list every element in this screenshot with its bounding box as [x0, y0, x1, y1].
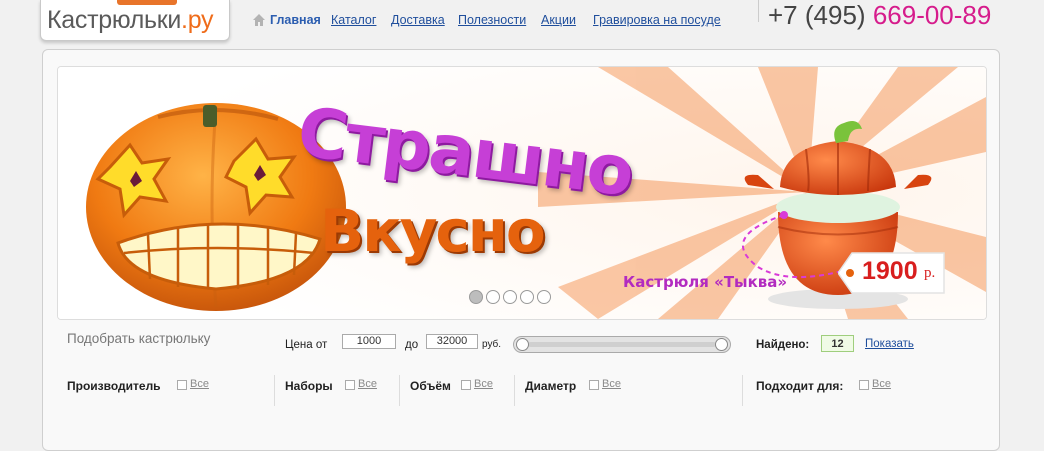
slider-handle-max[interactable] — [715, 338, 728, 351]
filter-volume-label: Объём — [410, 379, 451, 393]
filter-manufacturer-all-label[interactable]: Все — [190, 378, 209, 390]
pointer-dot — [780, 211, 788, 219]
site-logo[interactable]: Кастрюльки.ру — [40, 0, 230, 41]
logo-text-domain: .ру — [181, 6, 214, 34]
show-results-link[interactable]: Показать — [865, 338, 914, 350]
filter-volume-all-label[interactable]: Все — [474, 378, 493, 390]
filter-sets-all-checkbox[interactable] — [345, 380, 355, 390]
filter-volume-all-checkbox[interactable] — [461, 380, 471, 390]
banner-headline-2: Вкусно — [320, 197, 546, 265]
banner-dot-2[interactable] — [486, 290, 500, 304]
banner-pagination — [469, 290, 554, 308]
filter-diameter-all-checkbox[interactable] — [589, 380, 599, 390]
price-to-label: до — [405, 339, 419, 351]
found-label: Найдено: — [756, 339, 810, 351]
filter-manufacturer-all-checkbox[interactable] — [177, 380, 187, 390]
found-count-badge: 12 — [821, 335, 854, 352]
banner-dot-3[interactable] — [503, 290, 517, 304]
phone-number: +7 (495) 669-00-89 — [768, 0, 991, 31]
price-tag: 1900 р. — [838, 251, 946, 295]
logo-text: Кастрюльки.ру — [47, 6, 214, 35]
slider-track — [528, 342, 716, 347]
home-icon[interactable] — [252, 13, 266, 27]
filter-diameter-label: Диаметр — [525, 379, 577, 393]
nav-item-engraving[interactable]: Гравировка на посуде — [593, 13, 721, 27]
phone-digits: 669-00-89 — [872, 0, 992, 30]
filter-suitable-all-label[interactable]: Все — [872, 378, 891, 390]
nav-item-promotions[interactable]: Акции — [541, 13, 576, 27]
filter-divider — [274, 375, 275, 406]
price-value: 1900 — [862, 257, 918, 285]
price-currency: р. — [924, 265, 936, 281]
nav-item-delivery[interactable]: Доставка — [391, 13, 445, 27]
filter-title: Подобрать кастрюльку — [67, 331, 211, 346]
promo-banner[interactable]: Страшно Вкусно Кастрюля «Тыква» 1900 р. — [57, 66, 987, 320]
price-from-label: Цена от — [285, 339, 328, 351]
nav-item-home[interactable]: Главная — [270, 13, 321, 27]
price-to-input[interactable] — [426, 334, 478, 349]
product-name-label: Кастрюля «Тыква» — [623, 273, 788, 291]
site-header: Кастрюльки.ру Главная Каталог Доставка П… — [0, 0, 1044, 50]
banner-dot-5[interactable] — [537, 290, 551, 304]
filter-manufacturer-label: Производитель — [67, 379, 161, 393]
banner-dot-4[interactable] — [520, 290, 534, 304]
filter-diameter-all-label[interactable]: Все — [602, 378, 621, 390]
slider-handle-min[interactable] — [516, 338, 529, 351]
currency-label: руб. — [482, 339, 502, 350]
logo-accent-strip — [117, 0, 177, 5]
price-from-input[interactable] — [342, 334, 396, 349]
price-range-slider[interactable] — [513, 336, 731, 353]
filter-sets-all-label[interactable]: Все — [358, 378, 377, 390]
filter-divider — [742, 375, 743, 406]
nav-item-catalog[interactable]: Каталог — [331, 13, 376, 27]
nav-item-useful[interactable]: Полезности — [458, 13, 526, 27]
filter-sets-label: Наборы — [285, 379, 333, 393]
header-divider — [758, 0, 759, 22]
filter-divider — [514, 375, 515, 406]
banner-dot-1[interactable] — [469, 290, 483, 304]
filter-suitable-all-checkbox[interactable] — [859, 380, 869, 390]
filter-divider — [399, 375, 400, 406]
phone-code: +7 (495) — [768, 0, 866, 30]
filter-suitable-label: Подходит для: — [756, 379, 844, 393]
logo-text-main: Кастрюльки — [47, 6, 182, 34]
